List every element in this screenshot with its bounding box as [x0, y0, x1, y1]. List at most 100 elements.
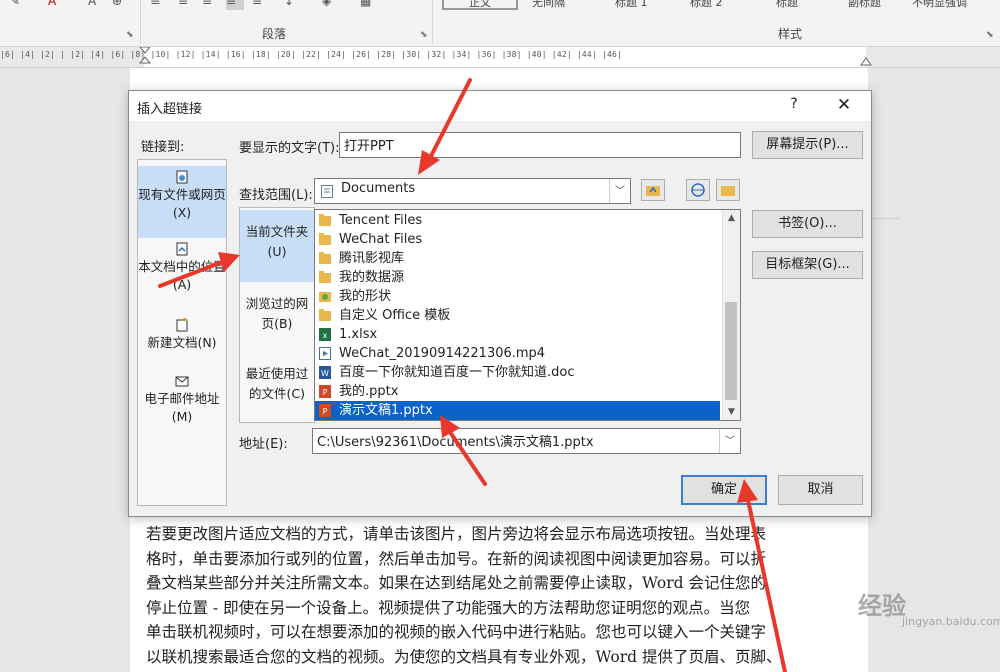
look-in-value: Documents [341, 181, 416, 196]
up-folder-button[interactable] [641, 179, 665, 201]
doc-line: 以联机搜索最适合您的文档的视频。为使您的文档具有专业外观，Word 提供了页眉、… [146, 647, 782, 666]
doc-line: 叠文档某些部分并关注所需文本。如果在达到结尾处之前需要停止读取，Word 会记住… [146, 574, 766, 592]
distribute-icon[interactable]: ≡ [252, 0, 270, 10]
dialog-titlebar[interactable]: 插入超链接 ? ✕ [129, 91, 871, 121]
display-text-input[interactable]: 打开PPT [339, 132, 741, 158]
style-heading1[interactable]: 标题 1 [615, 0, 648, 10]
document-place-icon [176, 242, 188, 256]
address-dropdown-icon[interactable]: ﹀ [719, 429, 740, 453]
font-launcher-icon[interactable]: ⬊ [126, 30, 134, 40]
target-frame-button[interactable]: 目标框架(G)... [752, 251, 863, 279]
file-row[interactable]: WeChat_20190914221306.mp4 [315, 344, 720, 363]
file-row[interactable]: 自定义 Office 模板 [315, 306, 720, 325]
browse-file-icon [721, 186, 735, 196]
styles-group-label: 样式 [778, 27, 803, 41]
file-name: WeChat_20190914221306.mp4 [339, 346, 546, 361]
justify-icon[interactable]: ≡ [226, 0, 244, 10]
up-folder-icon [646, 186, 660, 196]
paragraph-launcher-icon[interactable]: ⬊ [420, 30, 428, 40]
watermark-url: jingyan.baidu.com [902, 615, 1000, 628]
email-icon [175, 376, 189, 387]
folder-icon [319, 233, 331, 246]
browse-file-button[interactable] [716, 179, 740, 201]
address-combo[interactable]: C:\Users\92361\Documents\演示文稿1.pptx ﹀ [312, 428, 741, 454]
link-to-email-label: 电子邮件地址(M) [144, 391, 220, 424]
scroll-up-icon[interactable]: ▲ [723, 210, 740, 226]
ruler[interactable]: |6| |4| |2| | |2| |4| |6| |8| |10| |12| … [0, 47, 1000, 68]
doc-line: 若要更改图片适应文档的方式，请单击该图片，图片旁边将会显示布局选项按钮。当处理表 [146, 525, 767, 543]
close-button[interactable]: ✕ [829, 95, 859, 117]
excel-file-icon: x [319, 328, 331, 341]
file-name: 我的数据源 [339, 270, 405, 285]
style-heading2[interactable]: 标题 2 [690, 0, 723, 10]
video-file-icon [319, 347, 331, 360]
align-right-icon[interactable]: ≡ [202, 0, 220, 10]
file-list-scrollbar[interactable]: ▲ ▼ [722, 210, 740, 420]
link-to-existing-file[interactable]: 现有文件或网页(X) [138, 166, 226, 238]
svg-text:P: P [323, 407, 328, 416]
svg-text:x: x [323, 331, 328, 340]
style-no-spacing[interactable]: 无间隔 [532, 0, 565, 10]
file-name: 我的.pptx [339, 384, 399, 399]
left-indent-marker-icon[interactable] [138, 47, 152, 69]
link-to-new-document-label: 新建文档(N) [147, 335, 217, 350]
link-to-label: 链接到: [141, 140, 185, 155]
powerpoint-file-icon: P [319, 385, 331, 398]
style-normal[interactable]: 正文 [442, 0, 518, 10]
file-name: Tencent Files [339, 213, 423, 228]
align-center-icon[interactable]: ≡ [178, 0, 196, 10]
document-body[interactable]: 若要更改图片适应文档的方式，请单击该图片，图片旁边将会显示布局选项按钮。当处理表… [146, 522, 882, 669]
file-row[interactable]: P 我的.pptx [315, 382, 720, 401]
file-row[interactable]: 我的数据源 [315, 268, 720, 287]
look-in-nav: 当前文件夹(U) 浏览过的网页(B) 最近使用过的文件(C) [239, 207, 315, 423]
styles-launcher-icon[interactable]: ⬊ [986, 30, 994, 40]
nav-browsed-pages[interactable]: 浏览过的网页(B) [240, 292, 314, 340]
file-list[interactable]: Tencent Files WeChat Files 腾讯影视库我的数据源我的形状自… [314, 209, 741, 421]
cancel-button[interactable]: 取消 [778, 475, 863, 505]
char-shading-icon[interactable]: A [88, 0, 106, 10]
ok-button[interactable]: 确定 [681, 475, 767, 505]
folder-icon [319, 252, 331, 265]
right-indent-marker-icon[interactable] [860, 53, 872, 67]
align-left-icon[interactable]: ≡ [150, 0, 168, 10]
help-button[interactable]: ? [779, 96, 809, 116]
font-color-icon[interactable]: A [48, 0, 66, 10]
file-row[interactable]: 我的形状 [315, 287, 720, 306]
doc-line: 停止位置 - 即使在另一个设备上。视频提供了功能强大的方法帮助您证明您的观点。当… [146, 598, 751, 617]
browse-web-button[interactable] [686, 179, 710, 201]
screentip-button[interactable]: 屏幕提示(P)... [752, 131, 863, 159]
style-subtle-emphasis[interactable]: 不明显强调 [912, 0, 967, 10]
powerpoint-file-icon: P [319, 404, 331, 417]
link-to-document-place[interactable]: 本文档中的位置(A) [138, 242, 226, 302]
documents-folder-icon [321, 185, 333, 198]
link-to-email[interactable]: 电子邮件地址(M) [138, 374, 226, 434]
link-to-existing-file-label: 现有文件或网页(X) [138, 187, 226, 220]
new-document-icon [176, 318, 188, 332]
folder-icon [319, 309, 331, 322]
shading-icon[interactable]: ◈ [322, 0, 340, 10]
scroll-thumb[interactable] [725, 302, 737, 400]
nav-recent-files[interactable]: 最近使用过的文件(C) [240, 360, 314, 410]
link-to-new-document[interactable]: 新建文档(N) [138, 318, 226, 364]
look-in-dropdown-icon[interactable]: ﹀ [609, 179, 630, 203]
file-row[interactable]: WeChat Files [315, 230, 720, 249]
line-spacing-icon[interactable]: ↕ [284, 0, 302, 10]
highlight-icon[interactable]: ✎ [10, 0, 28, 10]
browse-web-icon [691, 183, 705, 197]
file-row[interactable]: x 1.xlsx [315, 325, 720, 344]
style-subtitle[interactable]: 副标题 [848, 0, 881, 10]
scroll-down-icon[interactable]: ▼ [723, 404, 740, 420]
nav-current-folder[interactable]: 当前文件夹(U) [240, 210, 314, 282]
look-in-combo[interactable]: Documents ﹀ [314, 178, 631, 204]
enclose-char-icon[interactable]: ⊕ [112, 0, 130, 10]
file-row[interactable]: Tencent Files [315, 211, 720, 230]
file-row[interactable]: W 百度一下你就知道百度一下你就知道.doc [315, 363, 720, 382]
style-title[interactable]: 标题 [776, 0, 798, 10]
borders-icon[interactable]: ▦ [360, 0, 378, 10]
file-row[interactable]: P 演示文稿1.pptx [315, 401, 720, 420]
bookmark-button[interactable]: 书签(O)... [752, 210, 863, 238]
file-row[interactable]: 腾讯影视库 [315, 249, 720, 268]
folder-icon [319, 271, 331, 284]
file-name: 百度一下你就知道百度一下你就知道.doc [339, 365, 575, 380]
look-in-label: 查找范围(L): [239, 188, 313, 203]
